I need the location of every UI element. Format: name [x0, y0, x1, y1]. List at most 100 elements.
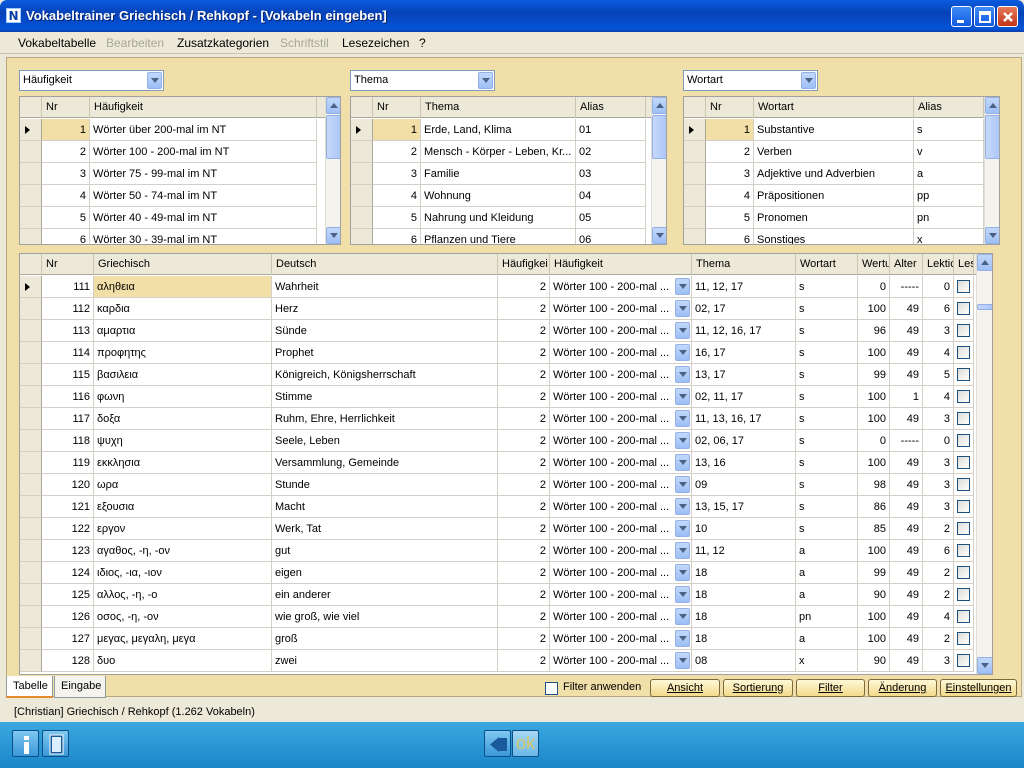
vocab-cell[interactable]: δοξα [94, 408, 272, 430]
vocab-cell[interactable]: s [796, 496, 858, 518]
chevron-down-icon[interactable] [675, 366, 690, 383]
vocab-cell[interactable]: s [796, 452, 858, 474]
panel-cell[interactable]: s [914, 119, 984, 141]
panel-1-combo[interactable]: Häufigkeit [19, 70, 164, 91]
vocab-cell[interactable]: 49 [890, 452, 923, 474]
vocab-cell[interactable]: 85 [858, 518, 890, 540]
vocab-cell[interactable]: s [796, 298, 858, 320]
panel-cell[interactable]: Pronomen [754, 207, 914, 229]
vocab-cell[interactable]: ψυχη [94, 430, 272, 452]
vocab-cell[interactable]: 125 [42, 584, 94, 606]
menu-item-2[interactable]: Bearbeiten [106, 36, 164, 50]
lesezeichen-checkbox[interactable] [957, 412, 970, 425]
vocab-cell[interactable]: 120 [42, 474, 94, 496]
vocab-cell[interactable]: Wörter 100 - 200-mal ... [550, 452, 692, 474]
vocab-cell[interactable]: 49 [890, 474, 923, 496]
chevron-down-icon[interactable] [675, 300, 690, 317]
vocab-cell[interactable]: 49 [890, 584, 923, 606]
menu-item-3[interactable]: Zusatzkategorien [177, 36, 269, 50]
close-button[interactable] [997, 6, 1018, 27]
vocab-cell[interactable]: Werk, Tat [272, 518, 498, 540]
menu-item-5[interactable]: Lesezeichen [342, 36, 409, 50]
panel-cell[interactable]: Nahrung und Kleidung [421, 207, 576, 229]
vocab-row[interactable]: 118 ψυχη Seele, Leben 2 Wörter 100 - 200-mal… [20, 430, 976, 452]
chevron-down-icon[interactable] [675, 278, 690, 295]
vocab-cell[interactable]: Wörter 100 - 200-mal ... [550, 562, 692, 584]
vocab-row[interactable]: 125 αλλος, -η, -ο ein anderer 2 Wörter 100 -… [20, 584, 976, 606]
panel-3-combo[interactable]: Wortart [683, 70, 818, 91]
lesezeichen-cell[interactable] [954, 386, 974, 408]
panel-header-cell[interactable]: Häufigkeit [90, 97, 317, 118]
vocab-cell[interactable]: 2 [498, 408, 550, 430]
vocab-cell[interactable]: 2 [923, 584, 954, 606]
vocab-cell[interactable]: Stunde [272, 474, 498, 496]
vocab-cell[interactable]: 99 [858, 364, 890, 386]
chevron-down-icon[interactable] [801, 72, 816, 89]
chevron-down-icon[interactable] [675, 652, 690, 669]
vocab-cell[interactable]: 2 [498, 518, 550, 540]
vocab-cell[interactable]: 18 [692, 628, 796, 650]
vocab-cell[interactable]: 2 [498, 276, 550, 298]
vocab-cell[interactable]: 96 [858, 320, 890, 342]
vocab-cell[interactable]: 90 [858, 650, 890, 672]
vocab-cell[interactable]: προφητης [94, 342, 272, 364]
panel-row[interactable]: 6 Wörter 30 - 39-mal im NT [20, 229, 325, 244]
vocab-cell[interactable]: 128 [42, 650, 94, 672]
vocab-cell[interactable]: 6 [923, 298, 954, 320]
scroll-thumb[interactable] [652, 115, 666, 159]
panel-cell[interactable]: 3 [42, 163, 90, 185]
vocab-cell[interactable]: 49 [890, 650, 923, 672]
panel-cell[interactable]: Wohnung [421, 185, 576, 207]
panel-cell[interactable]: Präpositionen [754, 185, 914, 207]
panel-row[interactable]: 2 Mensch - Körper - Leben, Kr... 02 [351, 141, 651, 163]
lesezeichen-cell[interactable] [954, 430, 974, 452]
lesezeichen-cell[interactable] [954, 496, 974, 518]
vocab-cell[interactable]: βασιλεια [94, 364, 272, 386]
vocab-cell[interactable]: 2 [498, 496, 550, 518]
chevron-down-icon[interactable] [675, 432, 690, 449]
panel-cell[interactable]: a [914, 163, 984, 185]
lesezeichen-cell[interactable] [954, 276, 974, 298]
scroll-down-icon[interactable] [652, 227, 666, 244]
vocab-cell[interactable]: 114 [42, 342, 94, 364]
panel-header-cell[interactable]: Nr [42, 97, 90, 118]
menu-item-6[interactable]: ? [419, 36, 426, 50]
vocab-cell[interactable]: 02, 06, 17 [692, 430, 796, 452]
panel-header-cell[interactable]: Alias [576, 97, 646, 118]
panel-header-cell[interactable]: Alias [914, 97, 984, 118]
vocab-cell[interactable]: 90 [858, 584, 890, 606]
vocab-cell[interactable]: Ruhm, Ehre, Herrlichkeit [272, 408, 498, 430]
panel-row[interactable]: 5 Wörter 40 - 49-mal im NT [20, 207, 325, 229]
lesezeichen-checkbox[interactable] [957, 280, 970, 293]
vocab-header-cell[interactable]: Wortart [796, 254, 858, 275]
chevron-down-icon[interactable] [675, 564, 690, 581]
panel-cell[interactable]: v [914, 141, 984, 163]
panel-cell[interactable]: Verben [754, 141, 914, 163]
vocab-cell[interactable]: 11, 12 [692, 540, 796, 562]
panel-row[interactable]: 3 Adjektive und Adverbien a [684, 163, 984, 185]
vocab-cell[interactable]: Wörter 100 - 200-mal ... [550, 540, 692, 562]
vocab-cell[interactable]: Wörter 100 - 200-mal ... [550, 320, 692, 342]
vocab-cell[interactable]: 08 [692, 650, 796, 672]
vocab-cell[interactable]: Wörter 100 - 200-mal ... [550, 628, 692, 650]
panel-row[interactable]: 4 Wohnung 04 [351, 185, 651, 207]
vocab-cell[interactable]: 3 [923, 650, 954, 672]
vocab-row[interactable]: 114 προφητης Prophet 2 Wörter 100 - 200-mal … [20, 342, 976, 364]
vocab-cell[interactable]: 2 [498, 364, 550, 386]
vocab-cell[interactable]: μεγας, μεγαλη, μεγα [94, 628, 272, 650]
vocab-row[interactable]: 113 αμαρτια Sünde 2 Wörter 100 - 200-mal ...… [20, 320, 976, 342]
panel-row[interactable]: 5 Pronomen pn [684, 207, 984, 229]
vocab-cell[interactable]: 111 [42, 276, 94, 298]
lesezeichen-cell[interactable] [954, 584, 974, 606]
chevron-down-icon[interactable] [675, 608, 690, 625]
lesezeichen-checkbox[interactable] [957, 500, 970, 513]
panel-row[interactable]: 1 Substantive s [684, 119, 984, 141]
vocab-cell[interactable]: s [796, 474, 858, 496]
vocab-cell[interactable]: a [796, 562, 858, 584]
vocab-cell[interactable]: 49 [890, 320, 923, 342]
chevron-down-icon[interactable] [675, 454, 690, 471]
vocab-cell[interactable]: Wörter 100 - 200-mal ... [550, 430, 692, 452]
vocab-cell[interactable]: 02, 17 [692, 298, 796, 320]
filter-checkbox[interactable] [545, 682, 558, 695]
chevron-down-icon[interactable] [675, 388, 690, 405]
